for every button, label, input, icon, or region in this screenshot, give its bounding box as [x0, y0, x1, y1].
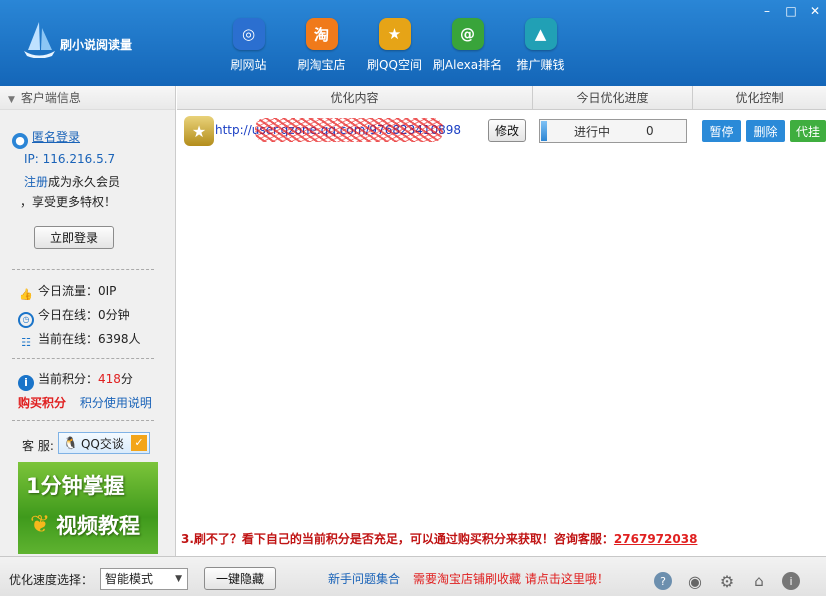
current-online-row: ☷ 当前在线：6398人: [18, 330, 141, 351]
table-row: ★ http://user.qzone.qq.com/976823410898 …: [177, 112, 826, 150]
points-help-link[interactable]: 积分使用说明: [80, 396, 152, 410]
logo-icon: [24, 22, 55, 58]
status-bar: 优化速度选择： 智能模式 ▼ 一键隐藏 新手问题集合 需要淘宝店铺刷收藏 请点击…: [0, 556, 826, 596]
progress-status: 进行中: [574, 124, 611, 139]
qzone-star-icon: ★: [184, 116, 214, 146]
home-icon[interactable]: ⌂: [750, 572, 768, 590]
points-label: 当前积分：: [38, 372, 99, 386]
main-panel: 优化内容 今日优化进度 优化控制 ★ http://user.qzone.qq.…: [177, 86, 826, 556]
today-online: 今日在线：0分钟: [38, 308, 130, 322]
online-users-icon: ☷: [21, 336, 31, 349]
globe-icon: ◎: [232, 18, 265, 50]
privilege-text: ，享受更多特权！: [20, 195, 117, 209]
points-unit: 分: [120, 372, 133, 386]
video-tutorial-banner[interactable]: 1分钟掌握 ❦ 视频教程: [18, 462, 158, 554]
service-label: 客 服:: [22, 439, 54, 453]
notice-message: 3.刷不了？看下自己的当前积分是否充足，可以通过购买积分来获取！咨询客服：: [181, 532, 614, 546]
speed-select[interactable]: 智能模式 ▼: [100, 568, 188, 590]
speed-value: 智能模式: [105, 572, 154, 586]
qq-penguin-icon: 🐧: [63, 436, 78, 450]
taobao-promo-link[interactable]: 需要淘宝店铺刷收藏 请点击这里哦！: [413, 570, 609, 587]
pause-button[interactable]: 暂停: [702, 120, 741, 142]
info-icon: i: [18, 375, 34, 391]
nav-item-website[interactable]: ◎ 刷网站: [212, 14, 285, 73]
anonymous-login-link[interactable]: 匿名登录: [32, 130, 80, 144]
video-banner-line1: 1分钟掌握: [26, 474, 125, 498]
help-icon[interactable]: ?: [654, 572, 672, 590]
gear-icon[interactable]: ⚙: [718, 572, 736, 591]
points-value: 418: [98, 372, 121, 386]
sidebar: ▼ 客户端信息 ● 匿名登录 IP: 116.216.5.7 注册成为永久会员 ，享…: [0, 86, 176, 556]
login-now-button[interactable]: 立即登录: [34, 226, 114, 249]
butterfly-icon: ❦: [30, 510, 51, 538]
alarm-clock-icon: ◷: [18, 312, 34, 328]
delete-button[interactable]: 删除: [746, 120, 785, 142]
col-header-content: 优化内容: [177, 86, 533, 109]
eye-icon[interactable]: ◉: [686, 572, 704, 591]
rocket-icon: ▲: [524, 18, 557, 50]
current-online: 当前在线：6398人: [38, 332, 141, 346]
nav-item-promote[interactable]: ▲ 推广赚钱: [504, 14, 577, 73]
hide-button[interactable]: 一键隐藏: [204, 567, 276, 590]
qq-chat-button[interactable]: 🐧 QQ交谈 ✓: [58, 432, 150, 454]
speed-label: 优化速度选择：: [9, 573, 94, 587]
register-row: 注册成为永久会员: [24, 173, 120, 190]
today-online-row: ◷ 今日在线：0分钟: [18, 306, 130, 328]
taobao-icon: 淘: [305, 18, 338, 50]
title-bar: 刷小说阅读量 ◎ 刷网站 淘 刷淘宝店 ★ 刷QQ空间 @ 刷Alexa排名 ▲…: [0, 0, 826, 86]
register-text: 成为永久会员: [48, 175, 121, 189]
nav-label: 刷QQ空间: [367, 58, 422, 72]
login-row: ● 匿名登录: [12, 128, 80, 149]
minimize-button[interactable]: –: [756, 2, 778, 22]
nav-label: 推广赚钱: [516, 58, 565, 72]
col-header-progress: 今日优化进度: [533, 86, 693, 109]
info-icon[interactable]: i: [782, 572, 800, 590]
nav-item-alexa[interactable]: @ 刷Alexa排名: [431, 14, 504, 73]
progress-fill: [541, 121, 547, 141]
buy-points-link[interactable]: 购买积分: [18, 396, 66, 410]
faq-link[interactable]: 新手问题集合: [328, 570, 400, 587]
divider: [12, 269, 154, 270]
nav-item-qzone[interactable]: ★ 刷QQ空间: [358, 14, 431, 73]
nav-label: 刷网站: [230, 58, 267, 72]
at-icon: @: [451, 18, 484, 50]
col-header-control: 优化控制: [735, 91, 784, 105]
thumbs-up-icon: 👍: [19, 288, 33, 301]
close-button[interactable]: ✕: [804, 2, 826, 22]
progress-value: 0: [646, 124, 654, 138]
sidebar-header-label: 客户端信息: [20, 91, 81, 105]
sidebar-header[interactable]: ▼ 客户端信息: [0, 86, 175, 110]
service-qq-number[interactable]: 2767972038: [614, 532, 698, 546]
checkbox-icon: ✓: [131, 435, 147, 451]
divider: [12, 358, 154, 359]
nav-label: 刷Alexa排名: [432, 58, 503, 72]
today-traffic: 今日流量：0IP: [38, 284, 117, 298]
notice-text: 3.刷不了？看下自己的当前积分是否充足，可以通过购买积分来获取！咨询客服：276…: [181, 530, 697, 547]
video-banner-line2: 视频教程: [56, 514, 140, 538]
points-links-row: 购买积分 积分使用说明: [18, 394, 152, 411]
maximize-button[interactable]: □: [780, 2, 802, 22]
register-link[interactable]: 注册: [24, 175, 48, 189]
qq-chat-label: QQ交谈: [80, 436, 124, 451]
progress-bar: 进行中 0: [539, 119, 687, 143]
star-icon: ★: [378, 18, 411, 50]
nav-label: 刷淘宝店: [297, 58, 346, 72]
points-row: i 当前积分：418分: [18, 370, 133, 391]
table-header: 优化内容 今日优化进度 优化控制: [177, 86, 826, 110]
ip-label: IP: 116.216.5.7: [24, 152, 116, 166]
today-traffic-row: 👍 今日流量：0IP: [18, 282, 116, 303]
user-icon: ●: [12, 133, 28, 149]
collapse-triangle-icon: ▼: [8, 95, 15, 105]
divider: [12, 420, 154, 421]
proxy-button[interactable]: 代挂: [790, 120, 826, 142]
nav-item-taobao[interactable]: 淘 刷淘宝店: [285, 14, 358, 73]
redaction-scribble: [255, 118, 443, 142]
chevron-down-icon: ▼: [175, 574, 182, 584]
edit-button[interactable]: 修改: [488, 119, 526, 142]
top-nav: ◎ 刷网站 淘 刷淘宝店 ★ 刷QQ空间 @ 刷Alexa排名 ▲ 推广赚钱: [212, 14, 577, 73]
app-title: 刷小说阅读量: [60, 38, 133, 52]
